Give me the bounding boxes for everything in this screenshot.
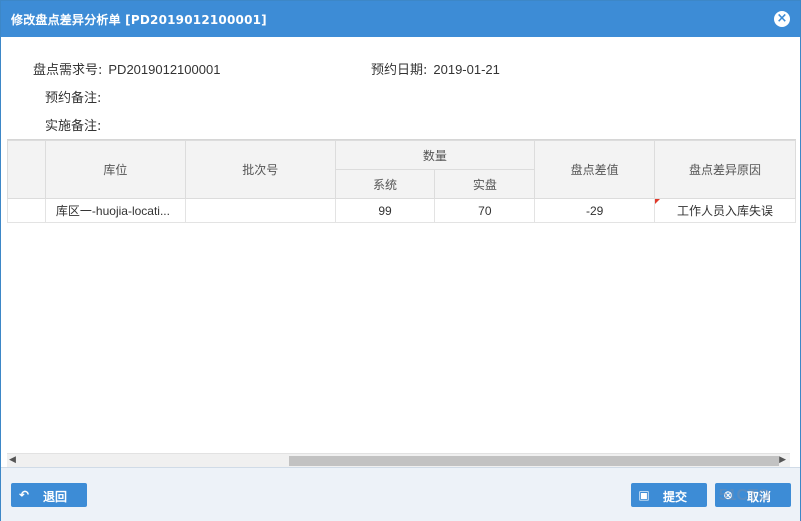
appt-note-row: 预约备注: (45, 87, 101, 106)
data-grid: 库位 批次号 数量 盘点差值 盘点差异原因 系统 实盘 库区一-huojia-l… (7, 139, 796, 457)
title-bar: 修改盘点差异分析单 [PD2019012100001] × (1, 1, 800, 37)
appt-date-row: 预约日期: 2019-01-21 (371, 59, 500, 78)
dialog-footer: ↶ 退回 ▣ 提交 ⊗ 取消 (1, 467, 800, 521)
save-icon: ▣ (638, 488, 650, 502)
scroll-thumb[interactable] (289, 456, 779, 466)
submit-button-label: 提交 (663, 490, 688, 504)
scroll-left-icon[interactable]: ◀ (9, 455, 16, 465)
back-arrow-icon: ↶ (18, 488, 30, 502)
col-actual-header[interactable]: 实盘 (434, 169, 536, 199)
col-location-header[interactable]: 库位 (44, 140, 186, 199)
appt-note-label: 预约备注: (45, 91, 102, 106)
back-button-label: 退回 (43, 490, 68, 504)
col-system-header[interactable]: 系统 (334, 169, 436, 199)
appt-date-value: 2019-01-21 (433, 62, 500, 77)
cell-difference[interactable]: -29 (534, 198, 656, 223)
appt-date-label: 预约日期: (371, 63, 428, 78)
diff-table: 库位 批次号 数量 盘点差值 盘点差异原因 系统 实盘 库区一-huojia-l… (7, 140, 796, 223)
dialog-window: 修改盘点差异分析单 [PD2019012100001] × 盘点需求号: PD20… (0, 0, 801, 521)
scroll-right-icon[interactable]: ▶ (779, 455, 786, 465)
dialog-body: 盘点需求号: PD2019012100001 预约日期: 2019-01-21 预约… (7, 37, 796, 467)
back-button[interactable]: ↶ 退回 (11, 483, 87, 507)
cell-actual[interactable]: 70 (434, 198, 536, 223)
cell-system[interactable]: 99 (334, 198, 436, 223)
row-selector[interactable] (7, 198, 46, 223)
impl-note-row: 实施备注: (45, 115, 101, 134)
col-quantity-header: 数量 (334, 140, 536, 170)
horizontal-scrollbar[interactable]: ◀ ▶ (7, 453, 790, 467)
cell-location[interactable]: 库区一-huojia-locati... (44, 198, 186, 223)
dialog-title: 修改盘点差异分析单 [PD2019012100001] (11, 13, 267, 27)
row-selector-header (7, 140, 46, 199)
col-batch-header[interactable]: 批次号 (184, 140, 336, 199)
order-no-label: 盘点需求号: (33, 63, 103, 78)
impl-note-label: 实施备注: (45, 119, 102, 134)
table-row[interactable]: 库区一-huojia-locati... 99 70 -29 工作人员入库失误 (7, 198, 796, 223)
cell-batch[interactable] (184, 198, 336, 223)
col-difference-header[interactable]: 盘点差值 (534, 140, 656, 199)
order-no-row: 盘点需求号: PD2019012100001 (33, 59, 220, 78)
submit-button[interactable]: ▣ 提交 (631, 483, 707, 507)
col-reason-header[interactable]: 盘点差异原因 (654, 140, 796, 199)
watermark: 51CTO (718, 487, 770, 504)
order-no-value: PD2019012100001 (108, 62, 221, 77)
close-icon[interactable]: × (774, 11, 790, 27)
cell-reason[interactable]: 工作人员入库失误 (654, 198, 796, 223)
